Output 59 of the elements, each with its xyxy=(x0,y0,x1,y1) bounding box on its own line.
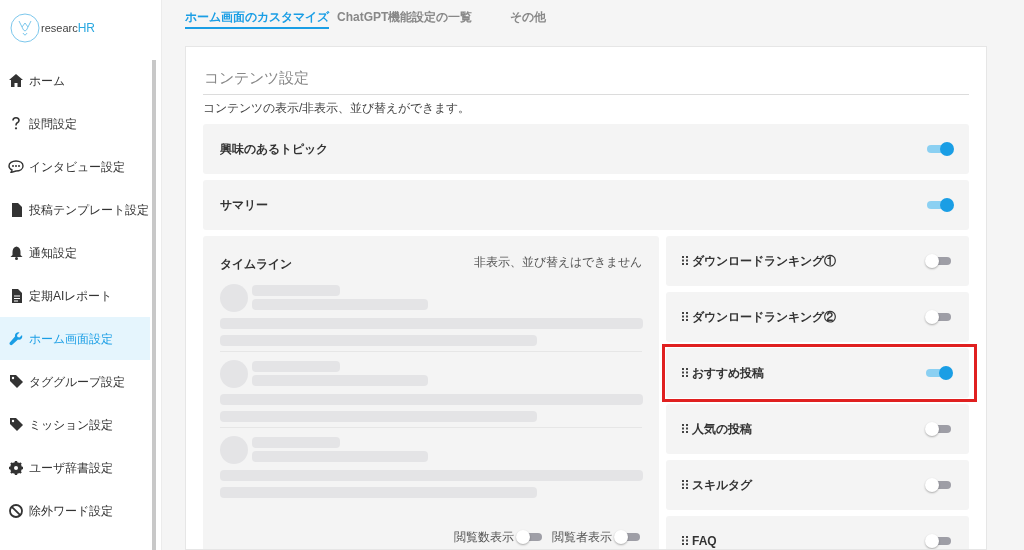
drag-handle-icon[interactable] xyxy=(682,480,688,489)
tag-icon xyxy=(9,418,23,431)
drag-handle-icon[interactable] xyxy=(682,368,688,377)
timeline-note: 非表示、並び替えはできません xyxy=(474,253,642,271)
question-icon xyxy=(12,117,20,130)
toggle-switch[interactable] xyxy=(925,421,953,436)
chat-bubble-icon xyxy=(8,160,24,173)
sidebar-item[interactable]: 除外ワード設定 xyxy=(0,489,150,532)
row-label: ダウンロードランキング② xyxy=(692,308,836,326)
sidebar-item[interactable]: 通知設定 xyxy=(0,231,150,274)
scrollbar[interactable] xyxy=(152,60,156,550)
toggle-switch[interactable] xyxy=(516,529,544,544)
sidebar-item[interactable]: 設問設定 xyxy=(0,102,150,145)
logo-text: researcHR xyxy=(41,20,96,37)
row-label: FAQ xyxy=(692,532,717,549)
wrench-icon xyxy=(9,331,23,346)
sidebar-item[interactable]: ユーザ辞書設定 xyxy=(0,446,150,489)
sidebar-item[interactable]: タググループ設定 xyxy=(0,360,150,403)
drag-handle-icon[interactable] xyxy=(682,256,688,265)
toggle-switch[interactable] xyxy=(614,529,642,544)
toggle-switch[interactable] xyxy=(926,141,954,156)
toggle-switch[interactable] xyxy=(925,253,953,268)
drag-handle-icon[interactable] xyxy=(682,424,688,433)
sortable-row[interactable]: FAQ xyxy=(666,515,969,549)
drag-handle-icon[interactable] xyxy=(682,312,688,321)
timeline-title: タイムライン xyxy=(220,255,292,273)
toggle-switch[interactable] xyxy=(926,197,954,212)
row-label: 人気の投稿 xyxy=(692,420,752,438)
sidebar-item[interactable]: ホーム xyxy=(0,59,150,102)
document-icon xyxy=(10,202,22,217)
bell-icon xyxy=(9,245,23,260)
toggle-switch[interactable] xyxy=(925,365,953,380)
home-icon xyxy=(9,74,23,87)
section-title: コンテンツ設定 xyxy=(203,67,969,95)
sortable-row[interactable]: ダウンロードランキング① xyxy=(666,235,969,286)
toggle-switch[interactable] xyxy=(925,477,953,492)
prohibited-icon xyxy=(9,503,23,518)
settings-icon xyxy=(9,460,23,475)
logo-icon xyxy=(10,13,40,43)
toggle-switch[interactable] xyxy=(925,309,953,324)
row-label: おすすめ投稿 xyxy=(692,364,764,382)
row-label: サマリー xyxy=(220,196,268,214)
sidebar-item[interactable]: 定期AIレポート xyxy=(0,274,150,317)
tag-icon xyxy=(9,375,23,388)
sortable-row[interactable]: ダウンロードランキング② xyxy=(666,291,969,342)
toggle-label: 閲覧者表示 xyxy=(552,528,612,546)
sortable-row[interactable]: スキルタグ xyxy=(666,459,969,510)
section-description: コンテンツの表示/非表示、並び替えができます。 xyxy=(203,99,472,117)
sortable-row[interactable]: 人気の投稿 xyxy=(666,403,969,454)
toggle-switch[interactable] xyxy=(925,533,953,548)
row-label: 興味のあるトピック xyxy=(220,140,328,158)
report-icon xyxy=(10,288,22,303)
row-label: スキルタグ xyxy=(692,476,752,494)
drag-handle-icon[interactable] xyxy=(682,536,688,545)
toggle-label: 閲覧数表示 xyxy=(454,528,514,546)
row-label: ダウンロードランキング① xyxy=(692,252,836,270)
sidebar-item[interactable]: ミッション設定 xyxy=(0,403,150,446)
sidebar-item[interactable]: 投稿テンプレート設定 xyxy=(0,188,150,231)
sidebar-item[interactable]: インタビュー設定 xyxy=(0,145,150,188)
